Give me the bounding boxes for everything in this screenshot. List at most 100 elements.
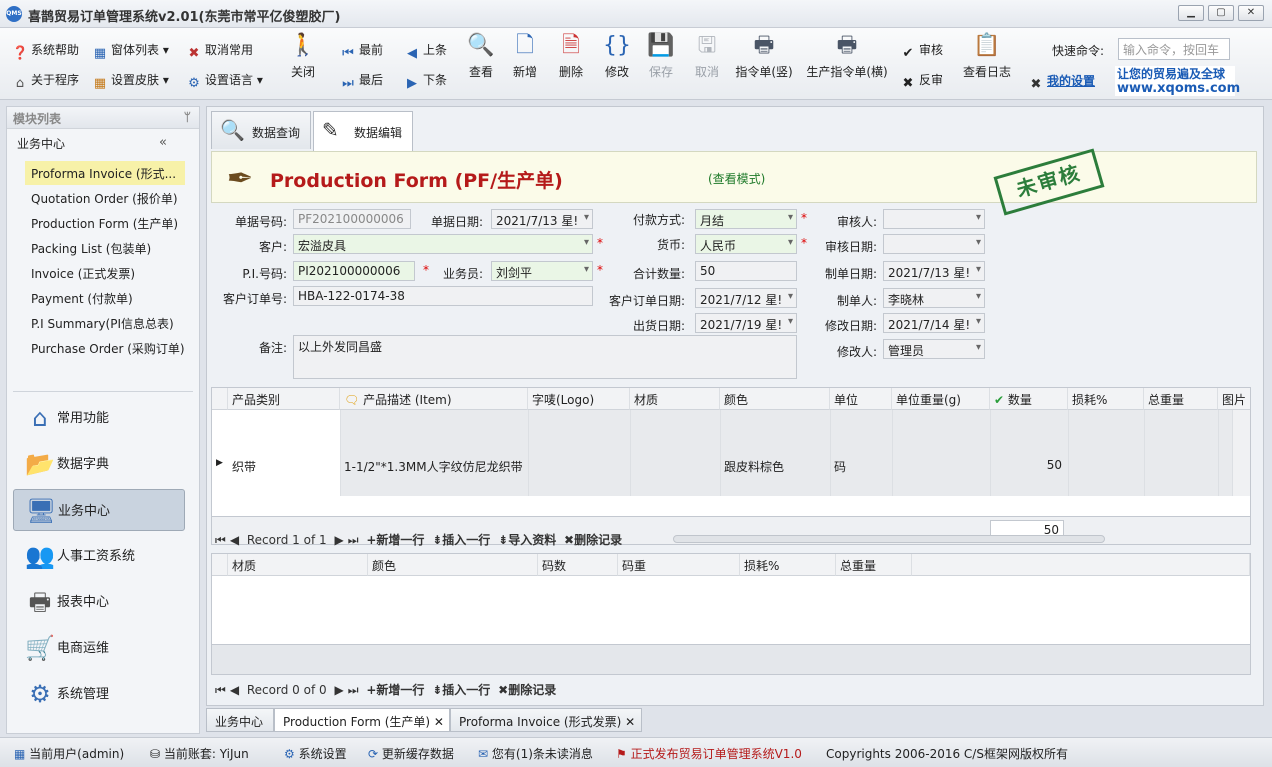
column-header[interactable]: 码重 <box>618 554 740 576</box>
sidebar-item-payment[interactable]: Payment (付款单) <box>25 286 185 310</box>
column-header[interactable]: 码数 <box>538 554 618 576</box>
doc-no-field[interactable]: PF202100000006 <box>293 209 411 229</box>
create-date-field[interactable]: 2021/7/13 星! <box>883 261 985 281</box>
status-settings[interactable]: ⚙ 系统设置 <box>284 745 347 762</box>
sidebar-item-purchase[interactable]: Purchase Order (采购订单) <box>25 336 185 360</box>
column-header[interactable]: 字唛(Logo) <box>528 388 630 410</box>
audit-button[interactable]: ✔ 审核 <box>900 41 943 62</box>
status-refresh[interactable]: ⟳ 更新缓存数据 <box>368 745 454 762</box>
first-icon[interactable]: ⏮ <box>215 533 226 547</box>
column-header[interactable]: 损耗% <box>740 554 836 576</box>
about-button[interactable]: ⌂ 关于程序 <box>12 71 79 92</box>
sidebar-item-pi-summary[interactable]: P.I Summary(PI信息总表) <box>25 311 185 335</box>
last-icon[interactable]: ⏭ <box>348 533 359 547</box>
sidebar-item-proforma[interactable]: Proforma Invoice (形式... <box>25 161 185 185</box>
module-reports[interactable]: 🖶 报表中心 <box>13 581 185 623</box>
cell-qty[interactable]: 50 <box>994 458 1062 472</box>
remark-field[interactable]: 以上外发同昌盛 <box>293 335 797 379</box>
status-release[interactable]: ⚑ 正式发布贸易订单管理系统V1.0 <box>616 745 802 762</box>
close-tab-icon[interactable]: ✕ <box>434 715 444 729</box>
sidebar-item-invoice[interactable]: Invoice (正式发票) <box>25 261 185 285</box>
add-row-button[interactable]: +新增一行 <box>366 533 424 547</box>
close-button[interactable]: 🚶 关闭 <box>286 32 320 80</box>
audit-date-field[interactable] <box>883 234 985 254</box>
add-button[interactable]: 🗋 新增 <box>508 32 542 80</box>
column-header[interactable]: 损耗% <box>1068 388 1144 410</box>
module-business[interactable]: 🖥 业务中心 <box>13 489 185 531</box>
quick-command-input[interactable]: 输入命令，按回车 <box>1118 38 1230 60</box>
total-qty-field[interactable]: 50 <box>695 261 797 281</box>
unaudit-button[interactable]: ✖ 反审 <box>900 71 943 92</box>
sidebar-item-quotation[interactable]: Quotation Order (报价单) <box>25 186 185 210</box>
cell-unit[interactable]: 码 <box>834 458 846 475</box>
minimize-button[interactable]: ▁ <box>1178 5 1204 21</box>
sidebar-item-packing[interactable]: Packing List (包装单) <box>25 236 185 260</box>
vertical-scrollbar[interactable] <box>1232 410 1250 496</box>
print-vertical-button[interactable]: 🖶 指令单(竖) <box>732 32 796 80</box>
tab-edit[interactable]: ✎ 数据编辑 <box>313 111 413 151</box>
next-icon[interactable]: ▶ <box>334 683 343 697</box>
column-header[interactable]: 总重量 <box>1144 388 1218 410</box>
salesman-field[interactable]: 刘剑平 <box>491 261 593 281</box>
edit-button[interactable]: {} 修改 <box>600 32 634 80</box>
delete-button[interactable]: 🗎 删除 <box>554 32 588 80</box>
modifier-field[interactable]: 管理员 <box>883 339 985 359</box>
column-header[interactable]: 产品类别 <box>228 388 340 410</box>
import-button[interactable]: ⇟导入资料 <box>498 533 556 547</box>
table-row[interactable] <box>228 410 1232 496</box>
save-button[interactable]: 💾 保存 <box>644 32 678 80</box>
doc-tab-proforma[interactable]: Proforma Invoice (形式发票) ✕ <box>450 708 642 732</box>
column-header[interactable]: 材质 <box>228 554 368 576</box>
modify-date-field[interactable]: 2021/7/14 星! <box>883 313 985 333</box>
last-icon[interactable]: ⏭ <box>348 683 359 697</box>
skin-button[interactable]: ▦ 设置皮肤 ▾ <box>92 71 169 92</box>
window-list-button[interactable]: ▦ 窗体列表 ▾ <box>92 41 169 62</box>
language-button[interactable]: ⚙ 设置语言 ▾ <box>186 71 263 92</box>
insert-row-button[interactable]: ⇟插入一行 <box>432 683 490 697</box>
cancel-favorite-button[interactable]: ✖ 取消常用 <box>186 41 253 62</box>
tab-query[interactable]: 🔍 数据查询 <box>211 111 311 149</box>
pay-method-field[interactable]: 月结 <box>695 209 797 229</box>
module-common[interactable]: ⌂ 常用功能 <box>13 397 185 439</box>
cell-category[interactable]: 织带 <box>232 458 256 475</box>
add-row-button[interactable]: +新增一行 <box>366 683 424 697</box>
maximize-button[interactable]: ▢ <box>1208 5 1234 21</box>
cell-item[interactable]: 1-1/2"*1.3MM人字纹仿尼龙织带 <box>344 458 523 475</box>
cell-color[interactable]: 跟皮料棕色 <box>724 458 784 475</box>
creator-field[interactable]: 李晓林 <box>883 288 985 308</box>
module-ecommerce[interactable]: 🛒 电商运维 <box>13 627 185 669</box>
prev-icon[interactable]: ◀ <box>230 533 239 547</box>
view-log-button[interactable]: 📋 查看日志 <box>960 32 1014 80</box>
print-horizontal-button[interactable]: 🖶 生产指令单(横) <box>804 32 890 80</box>
insert-row-button[interactable]: ⇟插入一行 <box>432 533 490 547</box>
column-header[interactable]: 总重量 <box>836 554 912 576</box>
delete-row-button[interactable]: ✖删除记录 <box>498 683 556 697</box>
view-button[interactable]: 🔍 查看 <box>464 32 498 80</box>
column-header[interactable]: 单位 <box>830 388 892 410</box>
next-icon[interactable]: ▶ <box>334 533 343 547</box>
currency-field[interactable]: 人民币 <box>695 234 797 254</box>
status-messages[interactable]: ✉ 您有(1)条未读消息 <box>478 745 593 762</box>
collapse-icon[interactable]: « <box>159 135 167 150</box>
doc-tab-production[interactable]: Production Form (生产单) ✕ <box>274 708 450 732</box>
module-hr[interactable]: 👥 人事工资系统 <box>13 535 185 577</box>
customer-field[interactable]: 宏溢皮具 <box>293 234 593 254</box>
prev-icon[interactable]: ◀ <box>230 683 239 697</box>
first-icon[interactable]: ⏮ <box>215 683 226 697</box>
sidebar-item-production[interactable]: Production Form (生产单) <box>25 211 185 235</box>
module-dictionary[interactable]: 📂 数据字典 <box>13 443 185 485</box>
doc-date-field[interactable]: 2021/7/13 星! <box>491 209 593 229</box>
cancel-edit-button[interactable]: 🖫 取消 <box>690 32 724 80</box>
my-settings-link[interactable]: ✖ 我的设置 <box>1028 72 1095 93</box>
horizontal-scrollbar[interactable] <box>673 535 1105 543</box>
column-header[interactable]: 单位重量(g) <box>892 388 990 410</box>
cust-order-no-field[interactable]: HBA-122-0174-38 <box>293 286 593 306</box>
last-record-button[interactable]: ⏭ 最后 <box>340 71 383 92</box>
pin-icon[interactable]: ᛘ <box>184 110 191 124</box>
column-header[interactable]: 🗨 产品描述 (Item) <box>340 388 528 410</box>
column-header[interactable]: 颜色 <box>368 554 538 576</box>
pi-no-field[interactable]: PI202100000006 <box>293 261 415 281</box>
module-system[interactable]: ⚙ 系统管理 <box>13 673 185 715</box>
help-button[interactable]: ❓ 系统帮助 <box>12 41 79 62</box>
delete-row-button[interactable]: ✖删除记录 <box>564 533 622 547</box>
